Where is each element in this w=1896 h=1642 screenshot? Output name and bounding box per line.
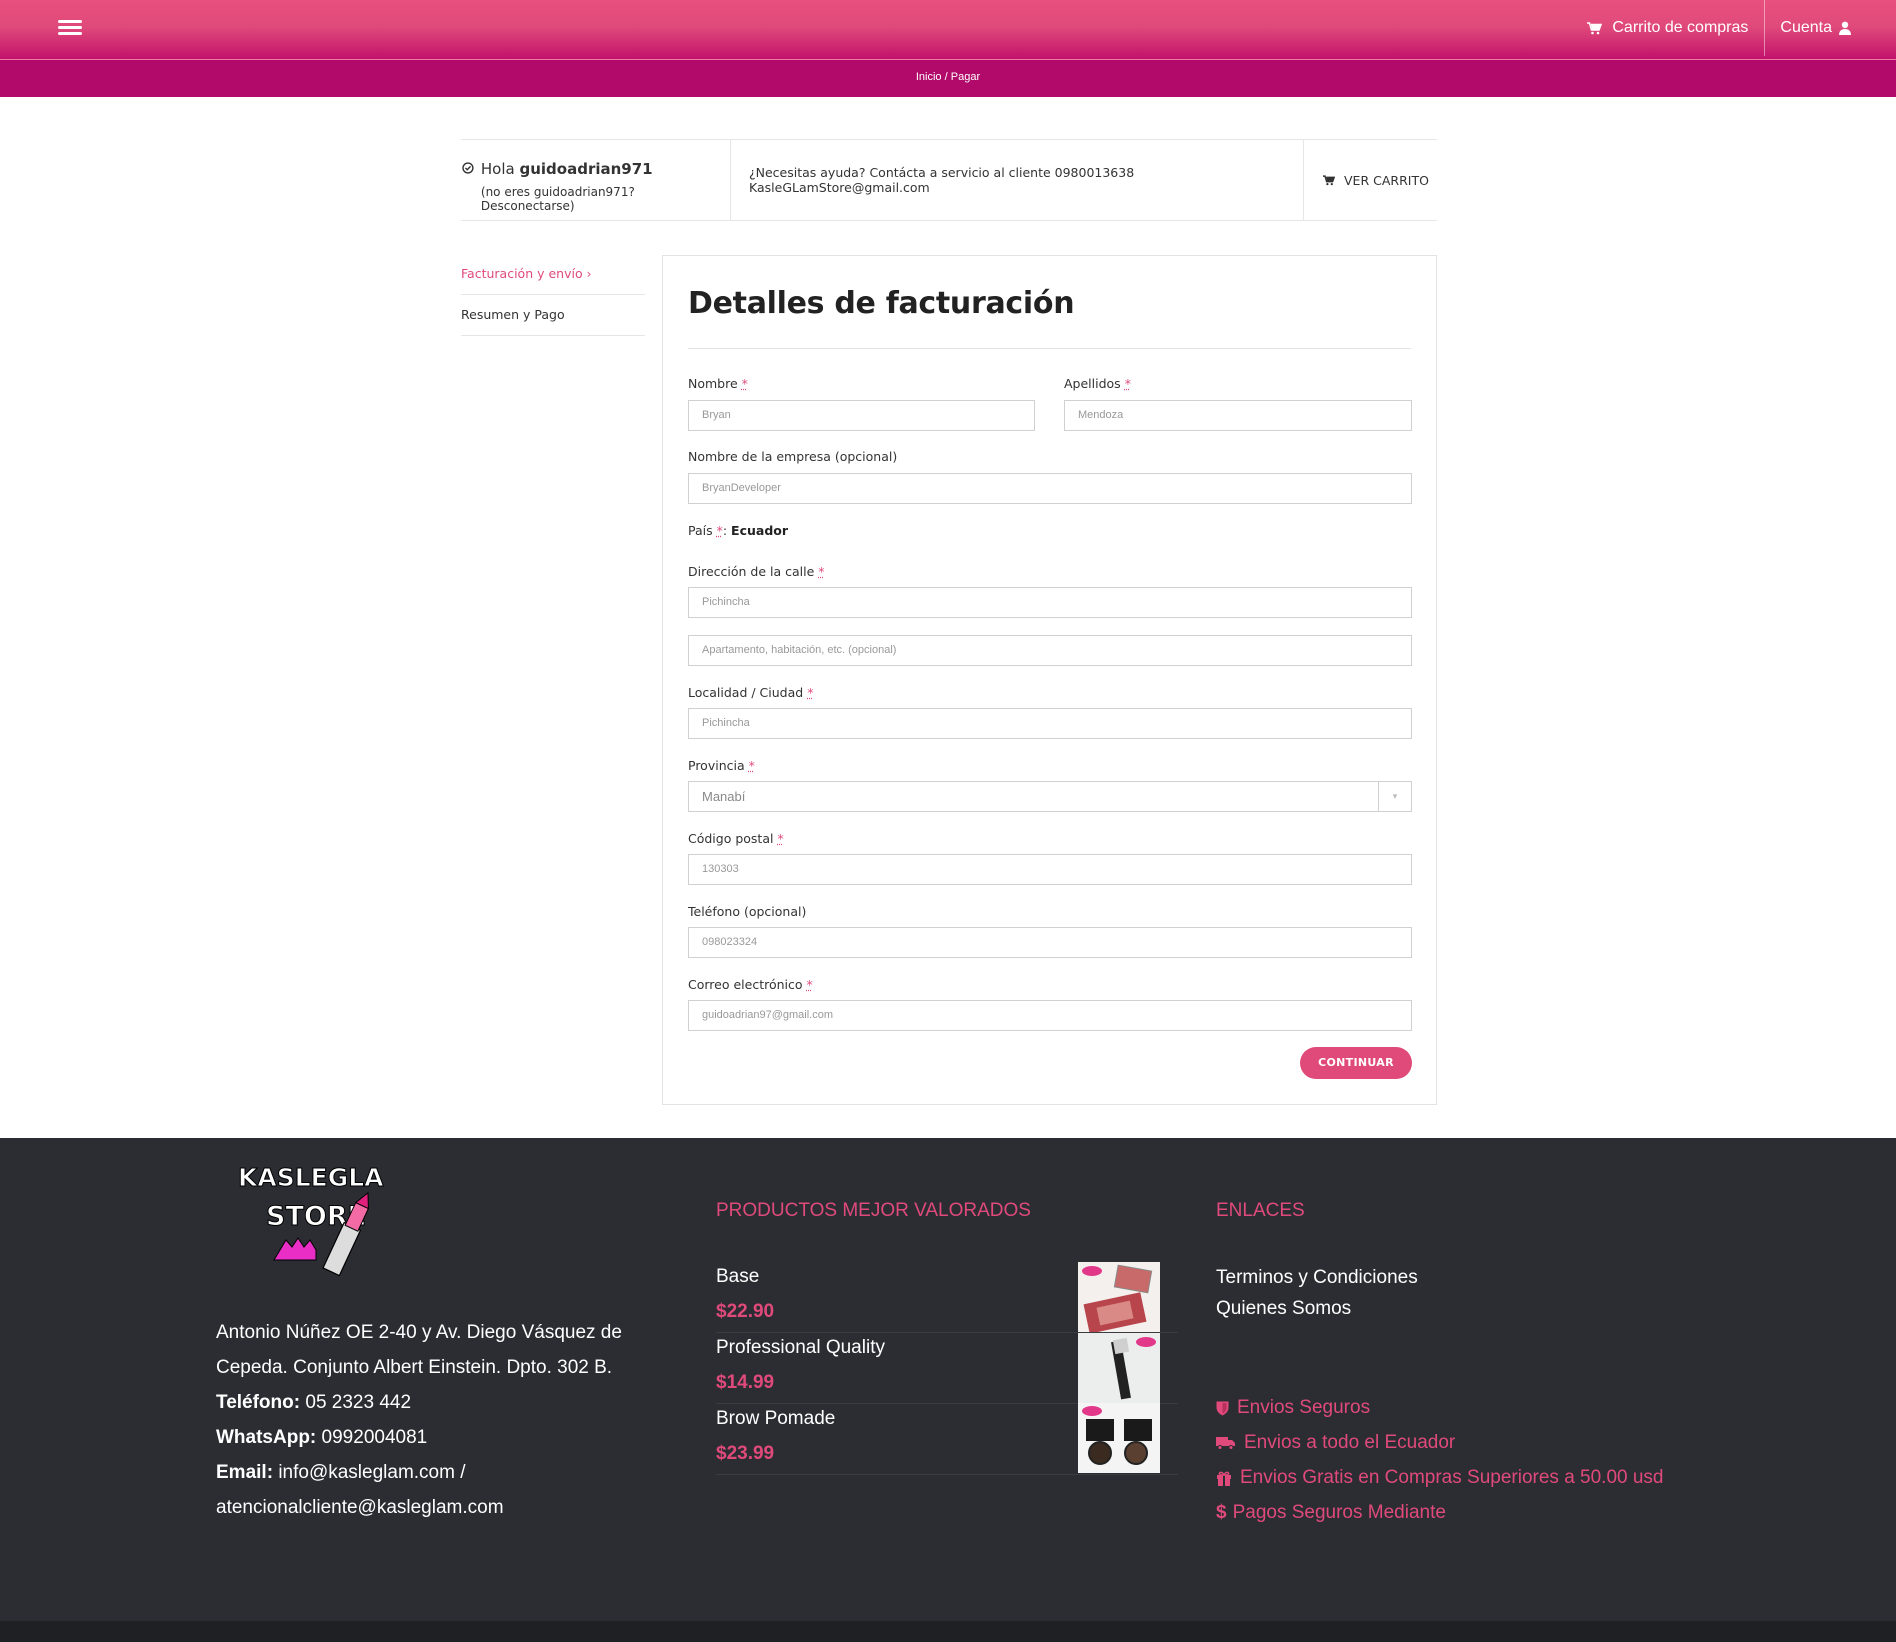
product-name[interactable]: Brow Pomade bbox=[716, 1408, 835, 1430]
province-label: Provincia * bbox=[688, 758, 755, 773]
store-email-2: atencionalcliente@kasleglam.com bbox=[216, 1497, 504, 1518]
product-thumbnail[interactable] bbox=[1078, 1262, 1160, 1332]
user-greeting: Hola guidoadrian971 (no eres guidoadrian… bbox=[461, 140, 731, 220]
product-name[interactable]: Professional Quality bbox=[716, 1337, 885, 1359]
product-price: $23.99 bbox=[716, 1443, 775, 1464]
store-logo[interactable]: KASLEGLAM STORE bbox=[236, 1160, 384, 1288]
phone-field[interactable]: 098023324 bbox=[688, 927, 1412, 958]
checkout-info-strip: Hola guidoadrian971 (no eres guidoadrian… bbox=[461, 139, 1437, 221]
store-whatsapp: WhatsApp: 0992004081 bbox=[216, 1427, 428, 1448]
not-you-line: (no eres guidoadrian971? Desconectarse) bbox=[481, 185, 730, 213]
top-products-list: Base $22.90 Professional Quality $14.99 … bbox=[716, 1262, 1178, 1475]
user-icon bbox=[1839, 21, 1851, 35]
perk-item: $ Pagos Seguros Mediante bbox=[1216, 1495, 1664, 1530]
store-address: Antonio Núñez OE 2-40 y Av. Diego Vásque… bbox=[216, 1322, 622, 1378]
footer-links: Terminos y Condiciones Quienes Somos bbox=[1216, 1262, 1418, 1324]
footer-bottom-bar bbox=[0, 1621, 1896, 1642]
greeting-line: Hola guidoadrian971 bbox=[481, 160, 730, 178]
first-name-field[interactable]: Bryan bbox=[688, 400, 1035, 431]
step-billing[interactable]: Facturación y envío › bbox=[461, 254, 645, 295]
country-label: País *: Ecuador bbox=[688, 523, 789, 538]
postcode-label: Código postal * bbox=[688, 831, 784, 846]
continue-button[interactable]: CONTINUAR bbox=[1300, 1047, 1412, 1079]
cart-icon bbox=[1323, 174, 1335, 185]
truck-icon bbox=[1216, 1437, 1235, 1450]
greeting-prefix: Hola bbox=[480, 160, 515, 178]
perk-item: Envios Seguros bbox=[1216, 1390, 1664, 1425]
breadcrumb: Inicio / Pagar bbox=[0, 60, 1896, 97]
company-field[interactable]: BryanDeveloper bbox=[688, 473, 1412, 504]
dollar-icon: $ bbox=[1216, 1502, 1227, 1523]
product-price: $14.99 bbox=[716, 1372, 775, 1393]
product-thumbnail[interactable] bbox=[1078, 1333, 1160, 1403]
city-field[interactable]: Pichincha bbox=[688, 708, 1412, 739]
province-select[interactable]: Manabí ▾ bbox=[688, 781, 1412, 812]
product-item[interactable]: Base $22.90 bbox=[716, 1262, 1178, 1333]
province-value: Manabí bbox=[702, 789, 746, 804]
store-perks: Envios Seguros Envios a todo el Ecuador … bbox=[1216, 1390, 1664, 1530]
country-value: Ecuador bbox=[731, 523, 789, 538]
breadcrumb-current: Pagar bbox=[950, 71, 981, 83]
store-phone: Teléfono: 05 2323 442 bbox=[216, 1392, 412, 1413]
menu-icon[interactable] bbox=[58, 20, 82, 40]
street-line2-field[interactable]: Apartamento, habitación, etc. (opcional) bbox=[688, 635, 1412, 666]
cart-link[interactable]: Carrito de compras bbox=[1587, 0, 1766, 56]
username: guidoadrian971 bbox=[519, 160, 653, 178]
not-you-text: (no eres guidoadrian971? bbox=[480, 185, 635, 199]
about-link[interactable]: Quienes Somos bbox=[1216, 1293, 1418, 1324]
street-field[interactable]: Pichincha bbox=[688, 587, 1412, 618]
last-name-field[interactable]: Mendoza bbox=[1064, 400, 1412, 431]
email-field[interactable]: guidoadrian97@gmail.com bbox=[688, 1000, 1412, 1031]
store-address-block: Antonio Núñez OE 2-40 y Av. Diego Vásque… bbox=[216, 1315, 656, 1525]
check-circle-icon bbox=[462, 162, 474, 174]
phone-label: Teléfono (opcional) bbox=[688, 904, 807, 919]
billing-form-card: Detalles de facturación Nombre * Bryan A… bbox=[662, 255, 1437, 1105]
company-label: Nombre de la empresa (opcional) bbox=[688, 449, 898, 464]
perk-item: Envios a todo el Ecuador bbox=[1216, 1425, 1664, 1460]
account-link-label: Cuenta bbox=[1780, 19, 1832, 36]
cart-link-label: Carrito de compras bbox=[1612, 19, 1749, 36]
breadcrumb-home[interactable]: Inicio bbox=[916, 71, 942, 83]
product-price: $22.90 bbox=[716, 1301, 775, 1322]
view-cart-button[interactable]: VER CARRITO bbox=[1304, 140, 1437, 220]
store-email: Email: info@kasleglam.com / bbox=[216, 1462, 466, 1483]
terms-link[interactable]: Terminos y Condiciones bbox=[1216, 1262, 1418, 1293]
product-item[interactable]: Professional Quality $14.99 bbox=[716, 1333, 1178, 1404]
product-name[interactable]: Base bbox=[716, 1266, 759, 1288]
breadcrumb-separator: / bbox=[944, 71, 948, 83]
street-label: Dirección de la calle * bbox=[688, 564, 825, 579]
postcode-field[interactable]: 130303 bbox=[688, 854, 1412, 885]
top-navbar: Carrito de compras Cuenta bbox=[0, 0, 1896, 60]
shield-icon bbox=[1216, 1401, 1229, 1415]
email-label: Correo electrónico * bbox=[688, 977, 813, 992]
logout-link[interactable]: Desconectarse) bbox=[481, 199, 575, 213]
step-summary-payment[interactable]: Resumen y Pago bbox=[461, 295, 645, 336]
account-link[interactable]: Cuenta bbox=[1765, 0, 1896, 56]
top-products-heading: PRODUCTOS MEJOR VALORADOS bbox=[716, 1200, 1031, 1221]
links-heading: ENLACES bbox=[1216, 1200, 1305, 1221]
gift-icon bbox=[1217, 1471, 1231, 1486]
view-cart-label: VER CARRITO bbox=[1344, 172, 1429, 188]
product-thumbnail[interactable] bbox=[1078, 1403, 1160, 1473]
divider bbox=[688, 348, 1411, 349]
city-label: Localidad / Ciudad * bbox=[688, 685, 814, 700]
svg-text:KASLEGLAM: KASLEGLAM bbox=[238, 1163, 384, 1192]
checkout-steps: Facturación y envío › Resumen y Pago bbox=[461, 254, 645, 336]
chevron-down-icon[interactable]: ▾ bbox=[1378, 782, 1411, 811]
first-name-label: Nombre * bbox=[688, 376, 748, 391]
last-name-label: Apellidos * bbox=[1064, 376, 1131, 391]
form-title: Detalles de facturación bbox=[688, 286, 1075, 321]
top-right-nav: Carrito de compras Cuenta bbox=[1587, 0, 1896, 58]
help-text: ¿Necesitas ayuda? Contácta a servicio al… bbox=[731, 140, 1304, 220]
perk-item: Envios Gratis en Compras Superiores a 50… bbox=[1216, 1460, 1664, 1495]
cart-icon bbox=[1587, 21, 1603, 34]
product-item[interactable]: Brow Pomade $23.99 bbox=[716, 1403, 1178, 1475]
